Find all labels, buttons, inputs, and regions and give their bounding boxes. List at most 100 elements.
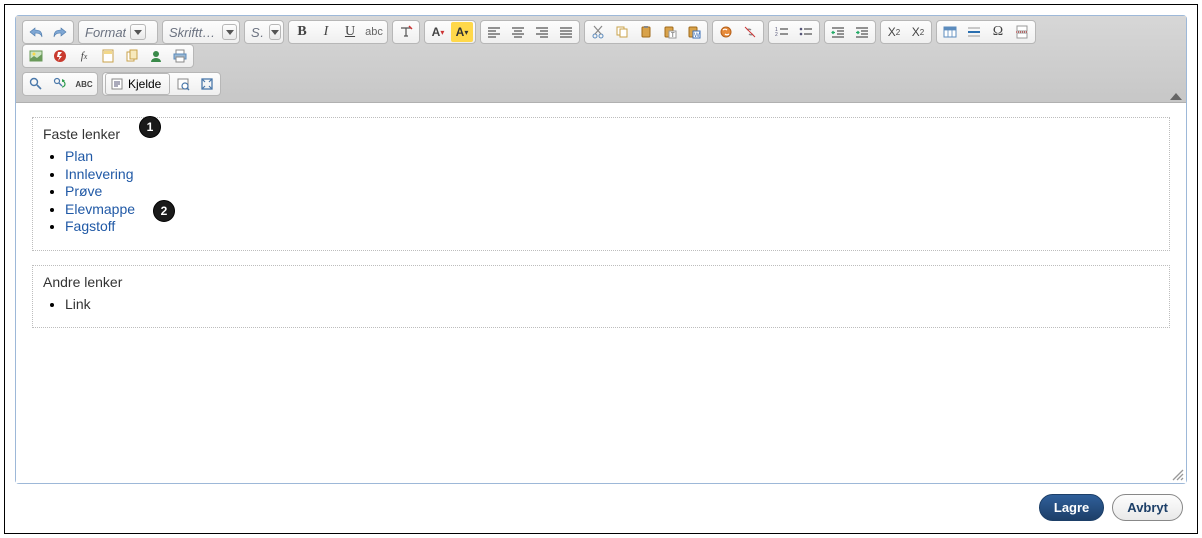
box-title[interactable]: Faste lenker (43, 126, 1159, 142)
list-item[interactable]: Prøve (65, 183, 1159, 201)
font-select[interactable]: Skrifttype (162, 20, 240, 44)
template-icon[interactable] (97, 46, 119, 66)
clipboard-group: T W (584, 20, 708, 44)
align-left-icon[interactable] (483, 22, 505, 42)
content-box-faste-lenker: Faste lenker Plan Innlevering Prøve Elev… (32, 117, 1170, 251)
paste-text-icon[interactable]: T (659, 22, 681, 42)
format-label: Format (85, 25, 126, 40)
toolbar-row-2: ABC Kjelde (22, 72, 1180, 96)
user-icon[interactable] (145, 46, 167, 66)
source-label: Kjelde (128, 77, 161, 91)
superscript-button[interactable]: X2 (907, 22, 929, 42)
editor-shell: Format Skrifttype S... B I U abc (15, 15, 1187, 484)
link-group (712, 20, 764, 44)
footer: Lagre Avbryt (15, 484, 1187, 523)
media-group: fx (22, 44, 194, 68)
link-list: Link (65, 296, 1159, 314)
svg-text:2: 2 (775, 32, 778, 38)
list-item[interactable]: Innlevering (65, 166, 1159, 184)
paste-word-icon[interactable]: W (683, 22, 705, 42)
text-color-button[interactable]: A▾ (427, 22, 449, 42)
indent-group (824, 20, 876, 44)
flash-icon[interactable] (49, 46, 71, 66)
toolbar-row-1: Format Skrifttype S... B I U abc (22, 20, 1180, 68)
align-right-icon[interactable] (531, 22, 553, 42)
copy-icon[interactable] (611, 22, 633, 42)
horizontal-rule-icon[interactable] (963, 22, 985, 42)
annotation-1: 1 (139, 116, 161, 138)
bg-color-button[interactable]: A▾ (451, 22, 473, 42)
bold-button[interactable]: B (291, 22, 313, 42)
list-item[interactable]: Plan (65, 148, 1159, 166)
find-group: ABC (22, 72, 98, 96)
link-list: Plan Innlevering Prøve Elevmappe Fagstof… (65, 148, 1159, 236)
link-innlevering[interactable]: Innlevering (65, 166, 134, 182)
cancel-button[interactable]: Avbryt (1112, 494, 1183, 521)
unlink-icon[interactable] (739, 22, 761, 42)
strike-button[interactable]: abc (363, 22, 385, 42)
indent-icon[interactable] (851, 22, 873, 42)
source-icon (110, 77, 124, 91)
format-select[interactable]: Format (78, 20, 158, 44)
cut-icon[interactable] (587, 22, 609, 42)
content-box-andre-lenker: Andre lenker Link (32, 265, 1170, 329)
italic-button[interactable]: I (315, 22, 337, 42)
align-group (480, 20, 580, 44)
table-icon[interactable] (939, 22, 961, 42)
paste-icon[interactable] (635, 22, 657, 42)
ordered-list-icon[interactable]: 12 (771, 22, 793, 42)
link-prove[interactable]: Prøve (65, 183, 102, 199)
remove-format-group (392, 20, 420, 44)
redo-icon[interactable] (49, 22, 71, 42)
size-label: S... (251, 25, 265, 40)
link-fagstoff[interactable]: Fagstoff (65, 218, 115, 234)
spellcheck-icon[interactable]: ABC (73, 74, 95, 94)
unordered-list-icon[interactable] (795, 22, 817, 42)
special-char-icon[interactable]: Ω (987, 22, 1009, 42)
chevron-down-icon[interactable] (130, 24, 146, 40)
color-group: A▾ A▾ (424, 20, 476, 44)
preview-icon[interactable] (172, 74, 194, 94)
link-plan[interactable]: Plan (65, 148, 93, 164)
chevron-down-icon[interactable] (222, 24, 237, 40)
list-item[interactable]: Elevmappe (65, 201, 1159, 219)
text-link[interactable]: Link (65, 296, 91, 312)
source-group: Kjelde (102, 72, 221, 96)
script-group: X2 X2 (880, 20, 932, 44)
list-group: 12 (768, 20, 820, 44)
print-icon[interactable] (169, 46, 191, 66)
source-button[interactable]: Kjelde (105, 73, 170, 95)
editor-body[interactable]: Faste lenker Plan Innlevering Prøve Elev… (16, 103, 1186, 483)
collapse-toolbar-icon[interactable] (1170, 93, 1182, 100)
page-break-icon[interactable] (1011, 22, 1033, 42)
text-style-group: B I U abc (288, 20, 388, 44)
formula-icon[interactable]: fx (73, 46, 95, 66)
subscript-button[interactable]: X2 (883, 22, 905, 42)
attachment-icon[interactable] (121, 46, 143, 66)
image-icon[interactable] (25, 46, 47, 66)
link-elevmappe[interactable]: Elevmappe (65, 201, 135, 217)
save-button[interactable]: Lagre (1039, 494, 1104, 521)
history-group (22, 20, 74, 44)
outer-frame: Format Skrifttype S... B I U abc (4, 4, 1198, 534)
annotation-2: 2 (153, 200, 175, 222)
underline-button[interactable]: U (339, 22, 361, 42)
undo-icon[interactable] (25, 22, 47, 42)
resize-grip-icon[interactable] (1170, 467, 1184, 481)
list-item[interactable]: Fagstoff (65, 218, 1159, 236)
insert-group: Ω (936, 20, 1036, 44)
maximize-icon[interactable] (196, 74, 218, 94)
find-icon[interactable] (25, 74, 47, 94)
link-icon[interactable] (715, 22, 737, 42)
list-item[interactable]: Link (65, 296, 1159, 314)
font-label: Skrifttype (169, 25, 218, 40)
align-center-icon[interactable] (507, 22, 529, 42)
toolbar: Format Skrifttype S... B I U abc (16, 16, 1186, 103)
size-select[interactable]: S... (244, 20, 284, 44)
chevron-down-icon[interactable] (269, 24, 281, 40)
box-title[interactable]: Andre lenker (43, 274, 1159, 290)
replace-icon[interactable] (49, 74, 71, 94)
outdent-icon[interactable] (827, 22, 849, 42)
align-justify-icon[interactable] (555, 22, 577, 42)
remove-format-icon[interactable] (395, 22, 417, 42)
